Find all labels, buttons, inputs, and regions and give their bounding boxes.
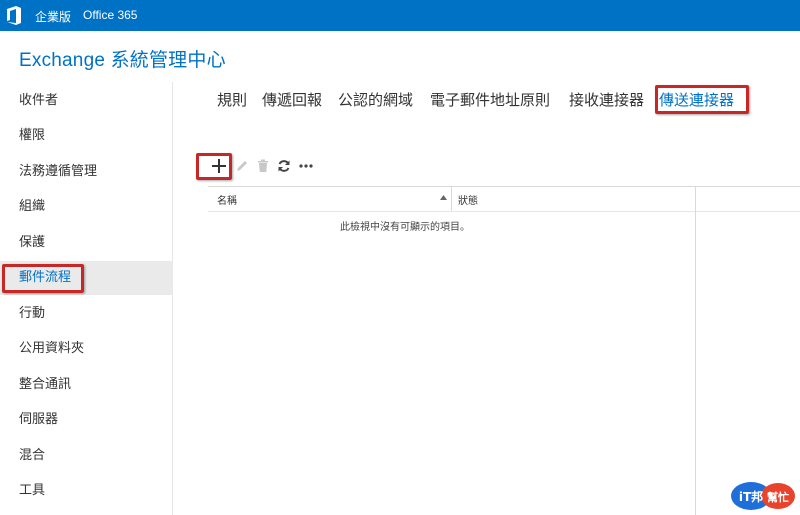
column-separator[interactable]	[451, 186, 452, 211]
watermark-badge-icon: iT邦 幫忙	[731, 482, 795, 510]
sidebar-item-protection[interactable]: 保護	[0, 226, 173, 260]
sidebar-item-hybrid[interactable]: 混合	[0, 439, 173, 473]
trash-icon	[258, 159, 268, 172]
more-button[interactable]	[296, 156, 316, 176]
pencil-icon	[237, 161, 247, 171]
tab-send-connectors[interactable]: 傳送連接器	[659, 89, 734, 110]
top-bar: 企業版 Office 365	[0, 0, 800, 31]
sidebar-item-permissions[interactable]: 權限	[0, 119, 173, 153]
tab-rules[interactable]: 規則	[217, 89, 247, 110]
ithome-watermark-logo: iT邦 幫忙	[730, 478, 796, 512]
tab-receive-connectors[interactable]: 接收連接器	[569, 89, 644, 110]
sidebar-item-servers[interactable]: 伺服器	[0, 403, 173, 437]
more-icon	[299, 164, 313, 168]
tab-accepted-domains[interactable]: 公認的網域	[338, 89, 413, 110]
edit-button[interactable]	[232, 156, 252, 176]
table-top-border	[208, 186, 800, 187]
sidebar-item-unified-messaging[interactable]: 整合通訊	[0, 368, 173, 402]
tab-email-address-policies[interactable]: 電子郵件地址原則	[430, 89, 550, 110]
watermark-text-1: iT邦	[739, 489, 763, 504]
plus-icon	[212, 159, 226, 173]
sidebar-item-mail-flow[interactable]: 郵件流程	[0, 261, 173, 295]
column-header-name[interactable]: 名稱	[217, 192, 237, 207]
sidebar-item-compliance[interactable]: 法務遵循管理	[0, 155, 173, 189]
tab-delivery-reports[interactable]: 傳遞回報	[262, 89, 322, 110]
delete-button[interactable]	[253, 156, 273, 176]
sidebar: 收件者 權限 法務遵循管理 組織 保護 郵件流程 行動 公用資料夾 整合通訊 伺…	[0, 82, 173, 515]
column-header-status[interactable]: 狀態	[458, 192, 478, 207]
page-title: Exchange 系統管理中心	[19, 50, 226, 71]
sidebar-item-tools[interactable]: 工具	[0, 474, 173, 508]
add-button[interactable]	[208, 156, 230, 176]
refresh-icon	[278, 160, 290, 172]
edition-link[interactable]: 企業版	[35, 8, 71, 25]
details-pane-divider	[695, 186, 696, 515]
sidebar-item-mobile[interactable]: 行動	[0, 297, 173, 331]
refresh-button[interactable]	[274, 156, 294, 176]
office365-link[interactable]: Office 365	[83, 8, 137, 22]
sidebar-item-recipients[interactable]: 收件者	[0, 84, 173, 118]
table-header-border	[208, 211, 800, 212]
sidebar-item-public-folders[interactable]: 公用資料夾	[0, 332, 173, 366]
office-logo-icon[interactable]	[6, 6, 22, 25]
sort-ascending-icon[interactable]	[440, 195, 447, 200]
sidebar-item-organization[interactable]: 組織	[0, 190, 173, 224]
watermark-text-2: 幫忙	[767, 490, 789, 504]
empty-list-message: 此檢視中沒有可顯示的項目。	[340, 222, 470, 233]
